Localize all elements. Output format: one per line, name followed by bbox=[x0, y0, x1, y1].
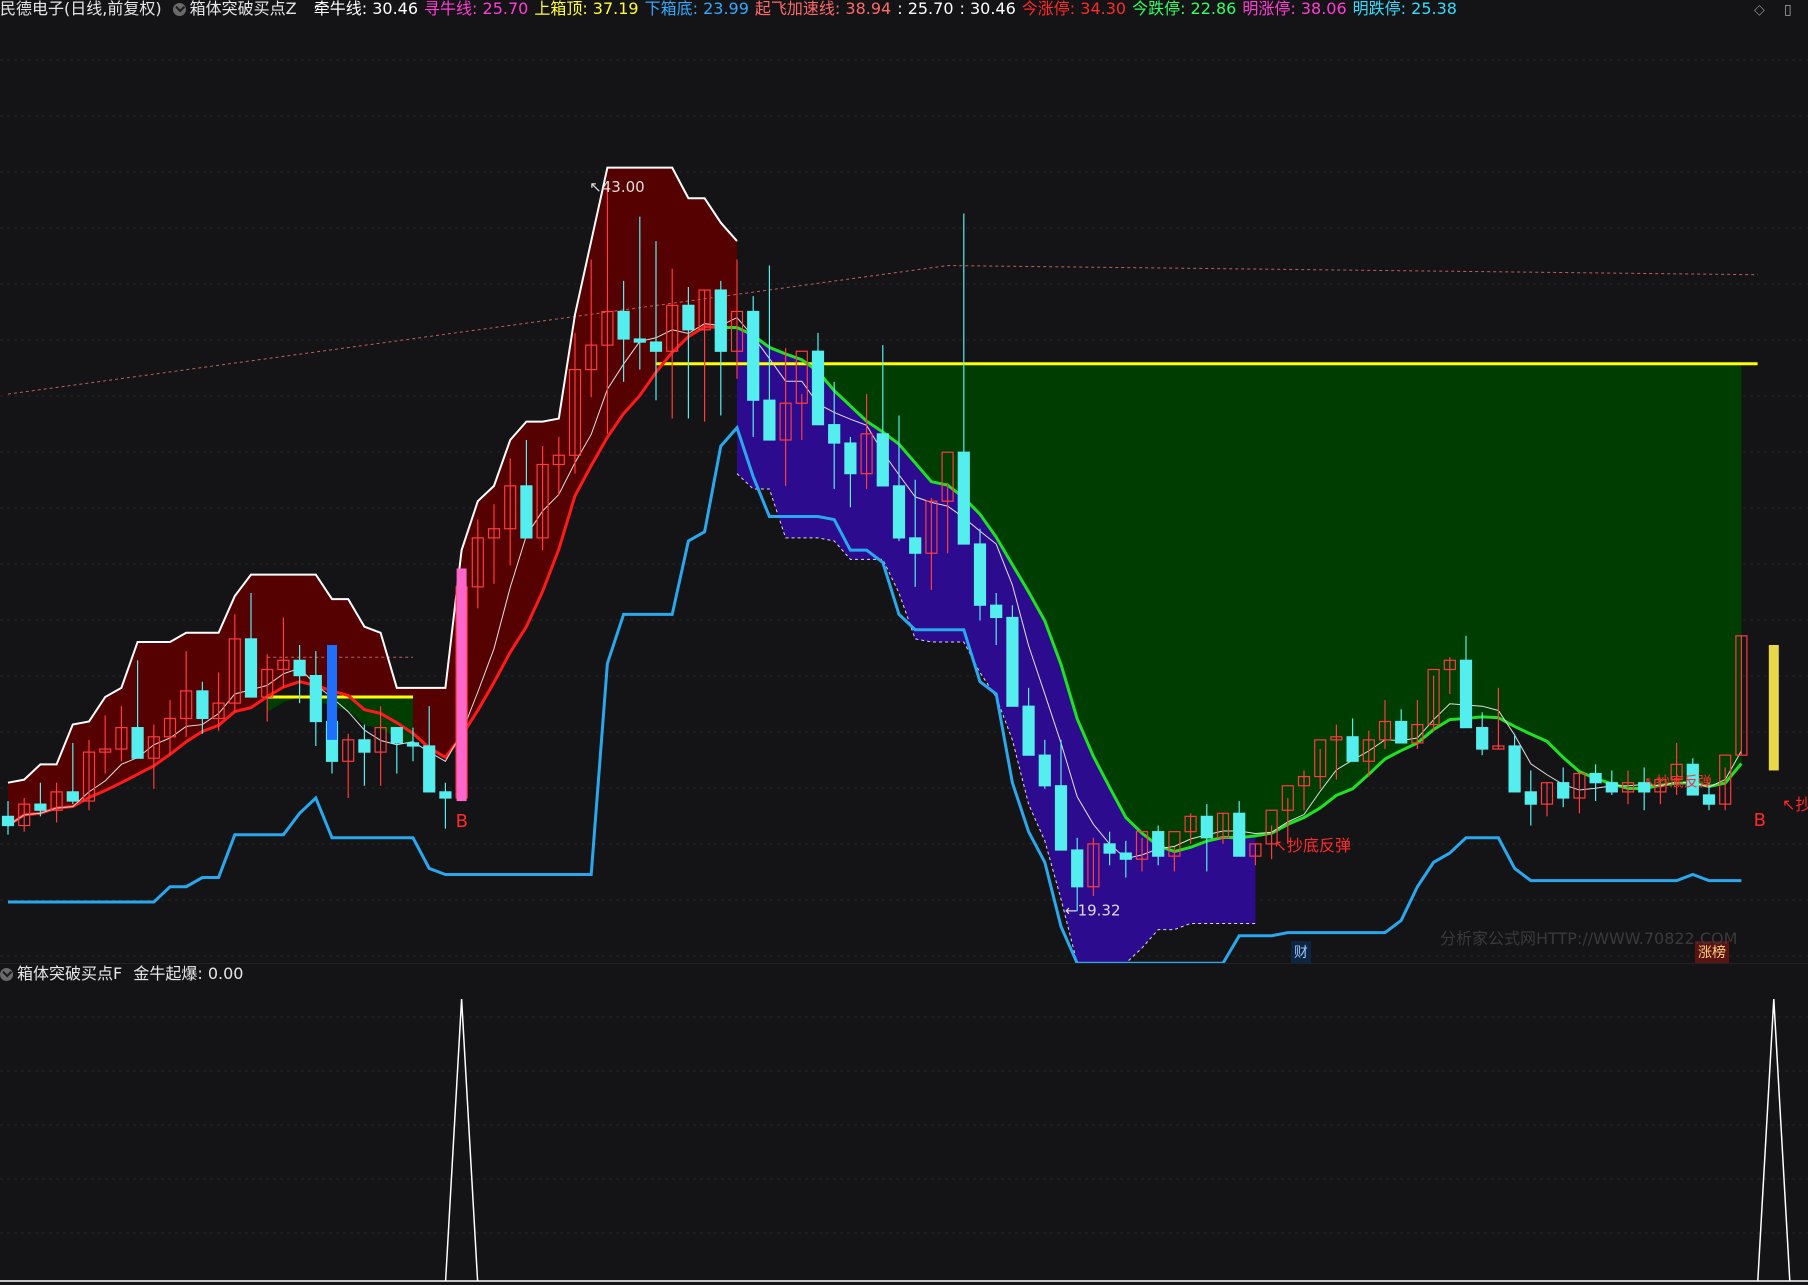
candle-body bbox=[244, 638, 258, 698]
candle-body bbox=[1395, 720, 1408, 744]
sub-indicator-chart[interactable] bbox=[0, 963, 1808, 1285]
candle-body bbox=[406, 742, 420, 747]
candle-body bbox=[34, 803, 47, 811]
candle-body bbox=[1022, 705, 1035, 756]
candle-body bbox=[1476, 727, 1489, 750]
high-price-label: ↖43.00 bbox=[589, 178, 645, 196]
candle-body bbox=[423, 745, 436, 793]
candle-body bbox=[1, 815, 15, 827]
candle-body bbox=[844, 442, 857, 475]
candle-body bbox=[892, 485, 906, 539]
candle-body bbox=[1200, 815, 1213, 839]
indicator-value-3: 下箱底: 23.99 bbox=[644, 0, 749, 18]
candle-body bbox=[973, 543, 987, 606]
candle-body bbox=[1524, 791, 1537, 805]
signal-spike bbox=[1757, 998, 1791, 1282]
candle-body bbox=[1119, 852, 1132, 860]
rebound-label: ↖抄底反弹 bbox=[1782, 795, 1808, 814]
candle-body bbox=[1557, 782, 1570, 799]
candle-body bbox=[1589, 772, 1602, 784]
candle-body bbox=[1071, 849, 1084, 888]
candle-body bbox=[1103, 843, 1116, 854]
buy-marker: B bbox=[456, 811, 468, 832]
candle-body bbox=[617, 310, 630, 340]
candle-body bbox=[358, 739, 371, 753]
candle-body bbox=[1702, 794, 1716, 805]
candle-body bbox=[811, 350, 825, 426]
stock-name[interactable]: 民德电子(日线,前复权) bbox=[0, 0, 162, 18]
pink-breakout-bar bbox=[456, 568, 467, 802]
indicator-value-7: 今涨停: 34.30 bbox=[1021, 0, 1127, 18]
candle-body bbox=[633, 338, 646, 343]
main-price-chart[interactable]: ↖43.00 ←19.32 B B ↖抄底反弹 ↖抄底反弹 ↖抄底反弹 bbox=[0, 20, 1808, 963]
candle-body bbox=[649, 341, 663, 352]
candle-body bbox=[747, 310, 760, 401]
candle-body bbox=[1054, 785, 1068, 851]
indicator-value-0: 牵牛线: 30.46 bbox=[313, 0, 419, 18]
indicator-value-2: 上箱顶: 37.19 bbox=[534, 0, 639, 18]
buy-marker: B bbox=[1754, 810, 1766, 831]
watermark: 分析家公式网HTTP://WWW.70822.COM bbox=[1440, 929, 1738, 948]
indicator-value-10: 明跌停: 25.38 bbox=[1352, 0, 1457, 18]
low-price-label: ←19.32 bbox=[1065, 902, 1121, 920]
candle-body bbox=[909, 537, 922, 554]
candle-body bbox=[131, 727, 144, 759]
blue-highlight-bar bbox=[327, 645, 337, 740]
candle-body bbox=[1038, 754, 1051, 787]
panel-toggle-icon[interactable]: ▯ bbox=[1784, 2, 1792, 18]
candle-body bbox=[763, 399, 776, 441]
rebound-label: ↖抄底反弹 bbox=[1274, 836, 1351, 855]
candle-body bbox=[1006, 616, 1019, 707]
candle-body bbox=[828, 424, 841, 444]
indicator-main-name[interactable]: 箱体突破买点Z bbox=[172, 0, 303, 18]
candle-body bbox=[1508, 745, 1521, 793]
candle-body bbox=[520, 485, 533, 539]
signal-spike bbox=[444, 998, 479, 1282]
candle-body bbox=[1346, 736, 1359, 762]
candle-body bbox=[1152, 831, 1165, 857]
finance-badge[interactable]: 财 bbox=[1291, 941, 1311, 963]
candle-body bbox=[439, 791, 452, 799]
rebound-label: ↖抄底反弹 bbox=[1644, 775, 1712, 791]
candle-body bbox=[714, 289, 727, 352]
candle-body bbox=[293, 659, 306, 677]
chart-header: 民德电子(日线,前复权) 箱体突破买点Z 牵牛线: 30.46 寻牛线: 25.7… bbox=[0, 0, 1808, 20]
indicator-values: 牵牛线: 30.46 寻牛线: 25.70 上箱顶: 37.19 下箱底: 23.99… bbox=[314, 0, 1463, 18]
yellow-highlight-bar bbox=[1768, 645, 1779, 771]
indicator-value-1: 寻牛线: 25.70 bbox=[424, 0, 529, 18]
candle-body bbox=[1459, 659, 1473, 729]
indicator-value-8: 今跌停: 22.86 bbox=[1132, 0, 1237, 18]
diamond-icon[interactable]: ◇ bbox=[1754, 2, 1765, 18]
indicator-value-5: : 25.70 bbox=[897, 0, 954, 18]
candle-body bbox=[682, 304, 695, 331]
indicator-value-9: 明涨停: 38.06 bbox=[1242, 0, 1347, 18]
candle-body bbox=[957, 451, 970, 545]
chevron-down-icon[interactable] bbox=[172, 3, 186, 16]
indicator-value-4: 起飞加速线: 38.94 bbox=[754, 0, 892, 18]
indicator-value-6: : 30.46 bbox=[959, 0, 1016, 18]
candle-body bbox=[309, 674, 322, 723]
candle-body bbox=[196, 690, 209, 720]
candle-body bbox=[876, 433, 889, 487]
candle-body bbox=[66, 791, 79, 802]
candle-body bbox=[990, 604, 1003, 619]
candle-body bbox=[1605, 782, 1618, 793]
candle-body bbox=[1233, 812, 1246, 857]
candle-body bbox=[390, 727, 403, 744]
